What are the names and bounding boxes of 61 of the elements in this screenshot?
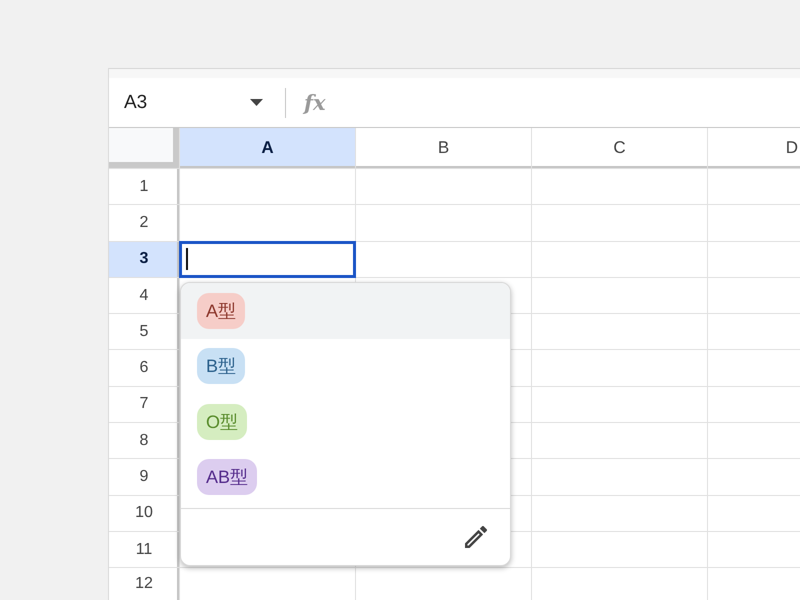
pencil-icon[interactable] xyxy=(465,526,487,548)
column-header[interactable]: D xyxy=(708,128,800,168)
row-header[interactable]: 2 xyxy=(109,205,179,241)
row-header[interactable]: 10 xyxy=(109,496,179,531)
spreadsheet-cell[interactable] xyxy=(532,350,707,386)
spreadsheet-cell[interactable] xyxy=(708,568,800,600)
spreadsheet-cell[interactable] xyxy=(708,350,800,386)
fx-label: fx xyxy=(304,90,326,115)
row-header[interactable]: 4 xyxy=(109,278,179,314)
spreadsheet-cell[interactable] xyxy=(708,459,800,495)
spreadsheet-cell[interactable] xyxy=(708,386,800,422)
text-cursor-icon xyxy=(186,248,188,270)
option-tag: A型 xyxy=(197,292,246,329)
spreadsheet-cell[interactable] xyxy=(708,278,800,314)
spreadsheet-cell[interactable] xyxy=(532,532,707,568)
spreadsheet-cell[interactable] xyxy=(708,242,800,277)
spreadsheet-cell[interactable] xyxy=(532,459,707,495)
spreadsheet-cell[interactable] xyxy=(532,386,707,422)
column-header[interactable]: B xyxy=(356,128,531,168)
spreadsheet-cell[interactable] xyxy=(532,169,707,204)
column-header[interactable]: A xyxy=(180,128,355,168)
row-header[interactable]: 3 xyxy=(109,242,179,277)
spreadsheet-cell[interactable] xyxy=(708,169,800,204)
select-all-corner[interactable] xyxy=(109,128,179,168)
row-header[interactable]: 5 xyxy=(109,314,179,350)
option-tag: B型 xyxy=(197,348,246,384)
row-header[interactable]: 12 xyxy=(109,568,179,600)
spreadsheet-cell[interactable] xyxy=(708,423,800,458)
row-header[interactable]: 8 xyxy=(109,423,179,458)
option-tag: AB型 xyxy=(197,459,258,496)
spreadsheet-cell[interactable] xyxy=(708,314,800,350)
spreadsheet-cell[interactable] xyxy=(532,205,707,241)
row-header[interactable]: 7 xyxy=(109,386,179,422)
spreadsheet-cell[interactable] xyxy=(532,242,707,277)
row-header[interactable]: 9 xyxy=(109,459,179,495)
name-box[interactable]: A3 xyxy=(116,84,272,120)
spreadsheet-cell[interactable] xyxy=(532,423,707,458)
spreadsheet-cell[interactable] xyxy=(532,314,707,350)
spreadsheet-cell[interactable] xyxy=(708,496,800,531)
spreadsheet-cell[interactable] xyxy=(180,205,355,241)
row-header[interactable]: 6 xyxy=(109,350,179,386)
spreadsheet-cell[interactable] xyxy=(532,496,707,531)
spreadsheet-cell[interactable] xyxy=(356,205,531,241)
spreadsheet-cell[interactable] xyxy=(180,169,355,204)
dropdown-option[interactable]: A型 xyxy=(181,283,510,338)
option-tag: O型 xyxy=(197,404,248,440)
row-header[interactable]: 1 xyxy=(109,169,179,204)
spreadsheet-cell[interactable] xyxy=(180,568,355,600)
spreadsheet-cell[interactable] xyxy=(708,532,800,568)
spreadsheet-cell[interactable] xyxy=(356,169,531,204)
dropdown-option[interactable]: B型 xyxy=(181,338,510,394)
row-header[interactable]: 11 xyxy=(109,532,179,568)
caret-icon[interactable] xyxy=(250,99,263,106)
spreadsheet-cell[interactable] xyxy=(532,568,707,600)
spreadsheet-cell[interactable] xyxy=(532,278,707,314)
active-cell[interactable] xyxy=(179,240,356,278)
spreadsheet-cell[interactable] xyxy=(356,242,531,277)
column-header[interactable]: C xyxy=(532,128,707,168)
spreadsheet-cell[interactable] xyxy=(708,205,800,241)
spreadsheet-cell[interactable] xyxy=(356,568,531,600)
dropdown-option[interactable]: AB型 xyxy=(181,450,510,505)
